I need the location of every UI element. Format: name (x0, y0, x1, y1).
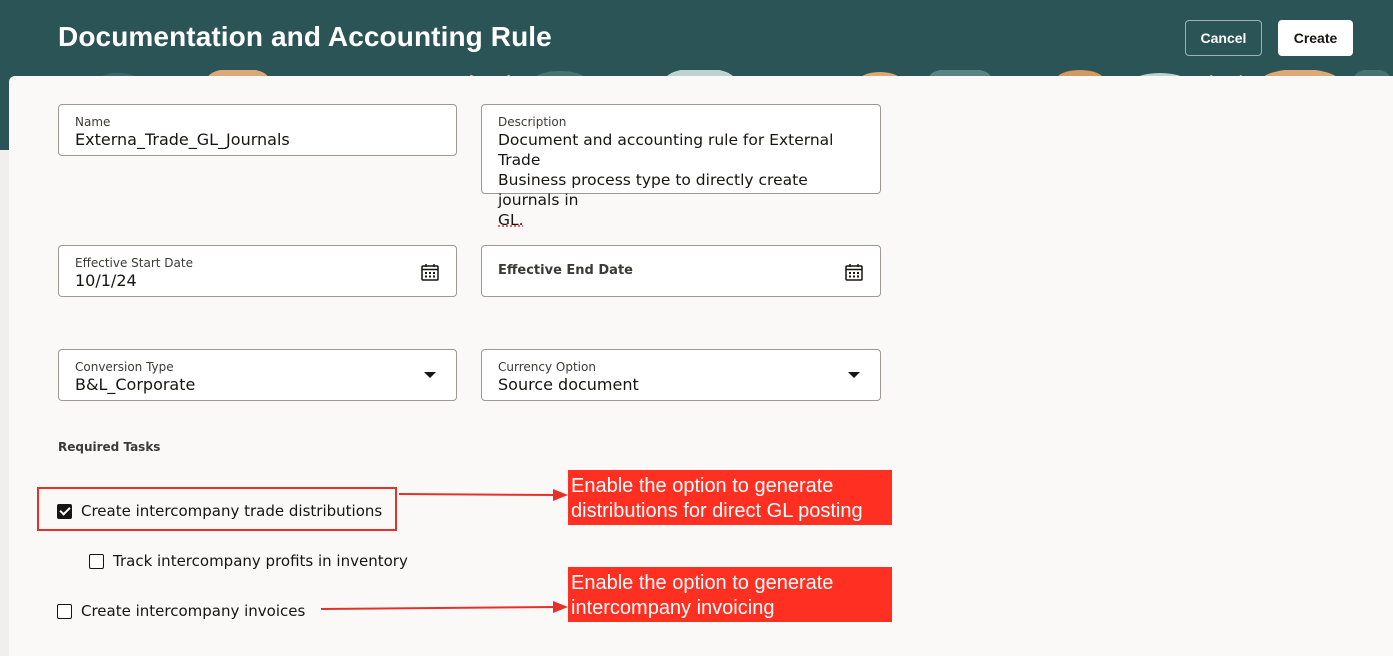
annotation-callout-1: Enable the option to generate distributi… (568, 470, 892, 525)
description-value: Document and accounting rule for Externa… (498, 130, 868, 230)
checkbox-create-intercompany-invoices[interactable]: Create intercompany invoices (57, 602, 305, 620)
checkbox-create-trade-distributions[interactable]: Create intercompany trade distributions (57, 502, 382, 520)
effective-start-date-value: 10/1/24 (75, 271, 137, 290)
checkbox-unchecked-icon[interactable] (89, 553, 104, 569)
conversion-type-select[interactable]: Conversion Type B&L_Corporate (58, 349, 457, 401)
create-button[interactable]: Create (1278, 20, 1353, 56)
chevron-down-icon[interactable] (848, 372, 860, 378)
conversion-type-label: Conversion Type (75, 360, 174, 374)
currency-option-label: Currency Option (498, 360, 596, 374)
effective-start-date-label: Effective Start Date (75, 256, 193, 270)
calendar-icon[interactable] (420, 262, 440, 282)
effective-end-date-label: Effective End Date (498, 263, 633, 278)
page-title: Documentation and Accounting Rule (58, 21, 552, 52)
conversion-type-value: B&L_Corporate (75, 375, 196, 394)
effective-end-date-field[interactable]: Effective End Date (481, 245, 881, 297)
checkbox-checked-icon[interactable] (57, 503, 72, 519)
checkbox-label: Create intercompany invoices (81, 602, 306, 620)
chevron-down-icon[interactable] (424, 372, 436, 378)
description-line: Business process type to directly create… (498, 171, 808, 209)
checkbox-track-profits-inventory[interactable]: Track intercompany profits in inventory (89, 552, 408, 570)
checkbox-unchecked-icon[interactable] (57, 603, 72, 619)
callout-line: distributions for direct GL posting (571, 499, 863, 522)
description-line: Document and accounting rule for Externa… (498, 131, 834, 169)
currency-option-value: Source document (498, 375, 639, 394)
description-line: GL. (498, 211, 524, 229)
checkbox-label: Track intercompany profits in inventory (113, 552, 408, 570)
description-field[interactable]: Description Document and accounting rule… (481, 104, 881, 229)
currency-option-select[interactable]: Currency Option Source document (481, 349, 881, 401)
name-label: Name (75, 115, 111, 129)
name-value: Externa_Trade_GL_Journals (75, 130, 290, 149)
callout-line: Enable the option to generate (571, 475, 834, 497)
name-field[interactable]: Name Externa_Trade_GL_Journals (58, 104, 457, 156)
annotation-callout-2: Enable the option to generate intercompa… (568, 567, 892, 622)
callout-line: intercompany invoicing (571, 596, 775, 619)
checkbox-label: Create intercompany trade distributions (81, 502, 383, 520)
calendar-icon[interactable] (844, 262, 864, 282)
required-tasks-heading: Required Tasks (58, 440, 161, 454)
cancel-button[interactable]: Cancel (1185, 20, 1262, 56)
callout-line: Enable the option to generate (571, 572, 834, 594)
description-label: Description (498, 115, 567, 129)
effective-start-date-field[interactable]: Effective Start Date 10/1/24 (58, 245, 457, 297)
